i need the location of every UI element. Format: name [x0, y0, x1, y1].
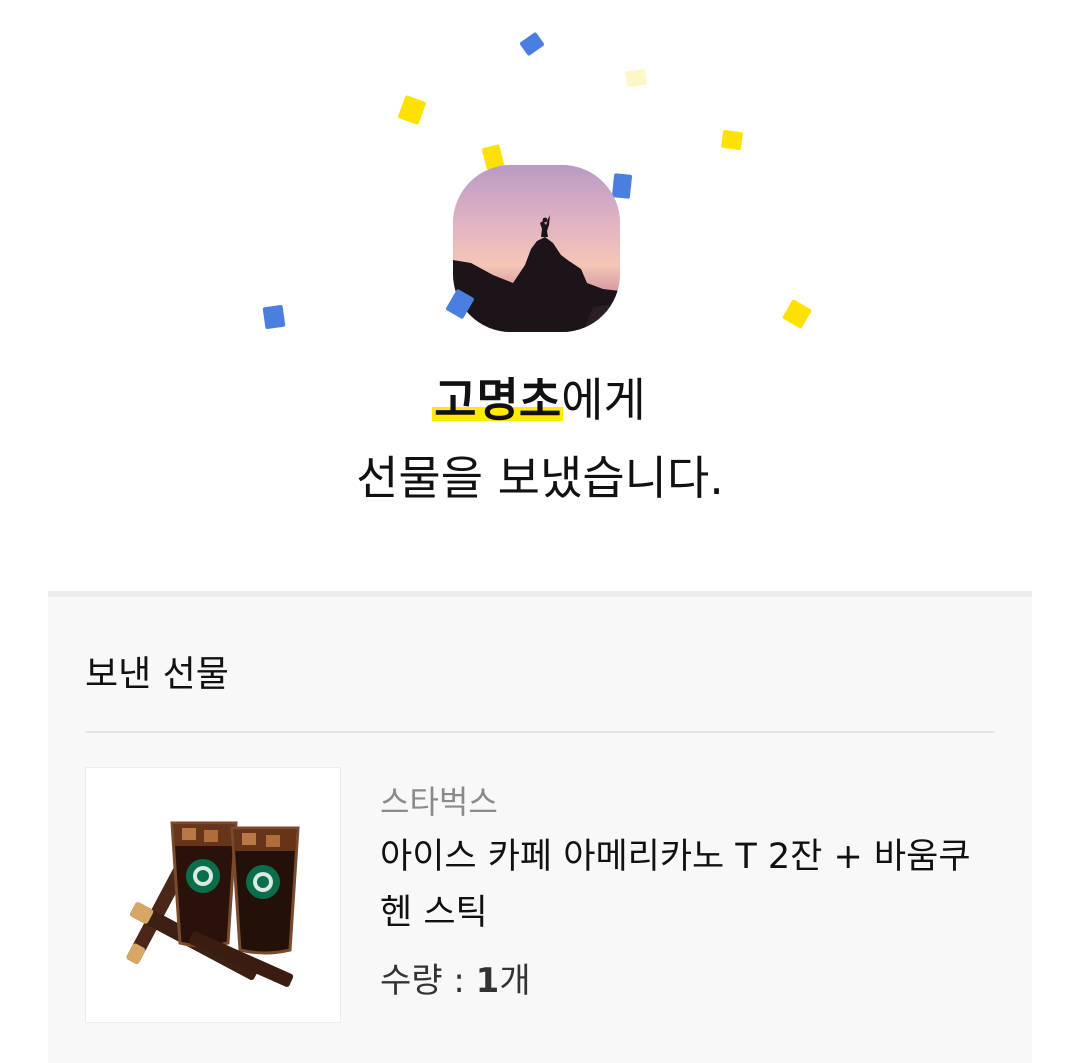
confetti-piece — [624, 68, 648, 88]
recipient-name: 고명초 — [432, 373, 564, 427]
gift-sent-headline: 고명초에게 — [0, 377, 1080, 423]
gift-sent-message: 선물을 보냈습니다. — [356, 451, 724, 505]
section-title: 보낸 선물 — [85, 654, 229, 695]
quantity-label: 수량 : — [380, 961, 476, 1001]
product-quantity: 수량 : 1개 — [380, 953, 531, 1002]
divider — [85, 731, 995, 733]
recipient-avatar — [453, 165, 620, 332]
iced-coffee-product-photo — [126, 821, 300, 987]
confetti-piece — [519, 31, 545, 57]
recipient-suffix: 에게 — [561, 373, 646, 427]
confetti-piece — [262, 304, 286, 330]
product-brand: 스타벅스 — [380, 783, 498, 821]
product-name[interactable]: 아이스 카페 아메리카노 T 2잔 + 바움쿠헨 스틱 — [380, 829, 980, 941]
sent-gift-card: 보낸 선물 스타벅스 아이스 카페 아메리카노 T 2잔 + 바움쿠헨 스틱 수… — [48, 591, 1032, 1063]
confetti-piece — [611, 173, 633, 199]
celebration-header: 고명초에게 선물을 보냈습니다. — [0, 0, 1080, 560]
quantity-unit: 개 — [499, 961, 531, 1001]
confetti-piece — [397, 94, 427, 126]
quantity-value: 1 — [475, 961, 500, 1001]
sunset-silhouette-photo — [453, 165, 620, 332]
confetti-piece — [720, 129, 744, 151]
confetti-piece — [781, 298, 813, 330]
product-image[interactable] — [85, 767, 341, 1023]
